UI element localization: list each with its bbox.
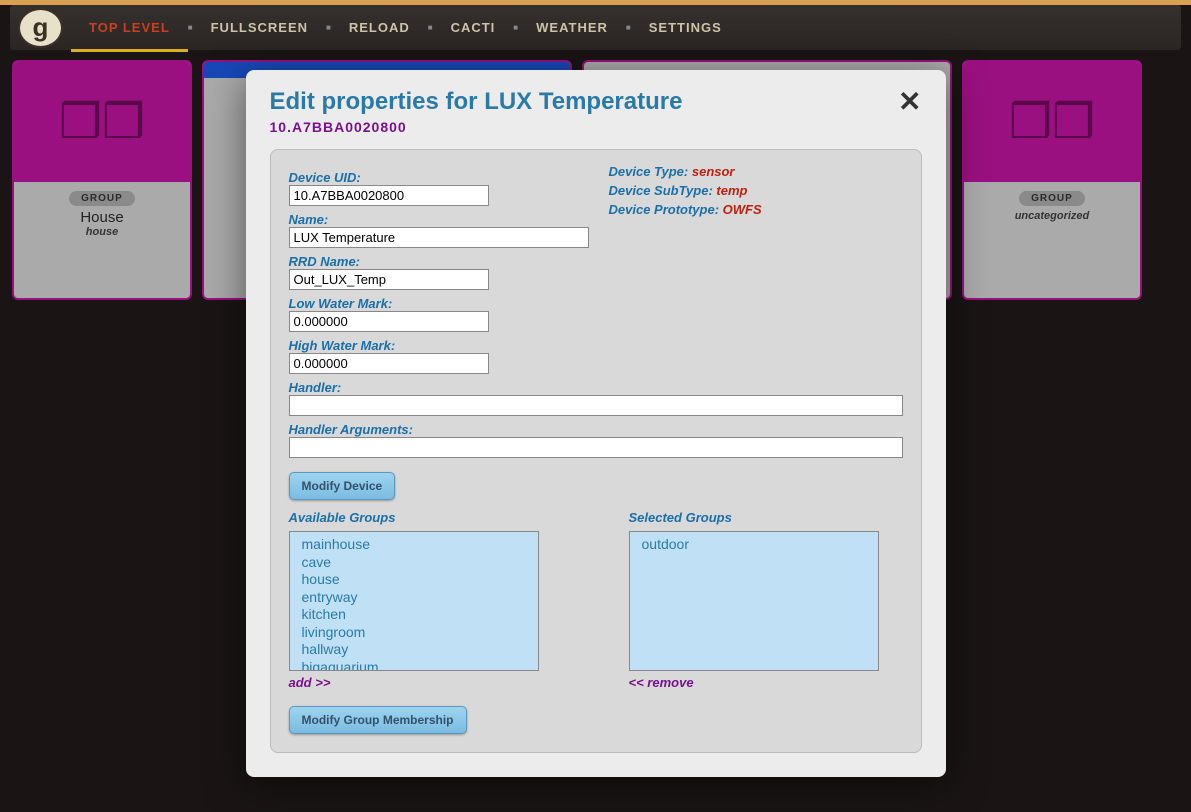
proto-value: OWFS (723, 202, 762, 217)
hwm-label: High Water Mark: (289, 338, 589, 353)
form-panel: Device UID: Name: RRD Name: Low Water Ma… (270, 149, 922, 753)
list-item[interactable]: entryway (290, 589, 538, 607)
add-link[interactable]: add >> (289, 675, 331, 690)
proto-label: Device Prototype: (609, 202, 720, 217)
selected-groups-label: Selected Groups (629, 510, 879, 525)
rrd-input[interactable] (289, 269, 489, 290)
available-groups-listbox[interactable]: mainhousecavehouseentrywaykitchenlivingr… (289, 531, 539, 671)
subtype-value: temp (716, 183, 747, 198)
list-item[interactable]: kitchen (290, 606, 538, 624)
type-label: Device Type: (609, 164, 689, 179)
hargs-input[interactable] (289, 437, 903, 458)
name-label: Name: (289, 212, 589, 227)
modify-device-button[interactable]: Modify Device (289, 472, 396, 500)
list-item[interactable]: cave (290, 554, 538, 572)
uid-input[interactable] (289, 185, 489, 206)
list-item[interactable]: livingroom (290, 624, 538, 642)
rrd-label: RRD Name: (289, 254, 589, 269)
list-item[interactable]: mainhouse (290, 536, 538, 554)
subtype-label: Device SubType: (609, 183, 713, 198)
modal-subtitle: 10.A7BBA0020800 (270, 119, 683, 135)
list-item[interactable]: bigaquarium (290, 659, 538, 672)
modify-group-button[interactable]: Modify Group Membership (289, 706, 467, 734)
uid-label: Device UID: (289, 170, 589, 185)
name-input[interactable] (289, 227, 589, 248)
selected-groups-listbox[interactable]: outdoor (629, 531, 879, 671)
list-item[interactable]: outdoor (630, 536, 878, 554)
edit-modal: Edit properties for LUX Temperature 10.A… (246, 70, 946, 777)
list-item[interactable]: hallway (290, 641, 538, 659)
lwm-input[interactable] (289, 311, 489, 332)
remove-link[interactable]: << remove (629, 675, 694, 690)
lwm-label: Low Water Mark: (289, 296, 589, 311)
modal-overlay: Edit properties for LUX Temperature 10.A… (0, 0, 1191, 812)
modal-title: Edit properties for LUX Temperature (270, 88, 683, 116)
list-item[interactable]: house (290, 571, 538, 589)
available-groups-label: Available Groups (289, 510, 539, 525)
handler-input[interactable] (289, 395, 903, 416)
type-value: sensor (692, 164, 735, 179)
handler-label: Handler: (289, 380, 903, 395)
hargs-label: Handler Arguments: (289, 422, 903, 437)
hwm-input[interactable] (289, 353, 489, 374)
close-icon[interactable]: ✕ (898, 88, 921, 116)
